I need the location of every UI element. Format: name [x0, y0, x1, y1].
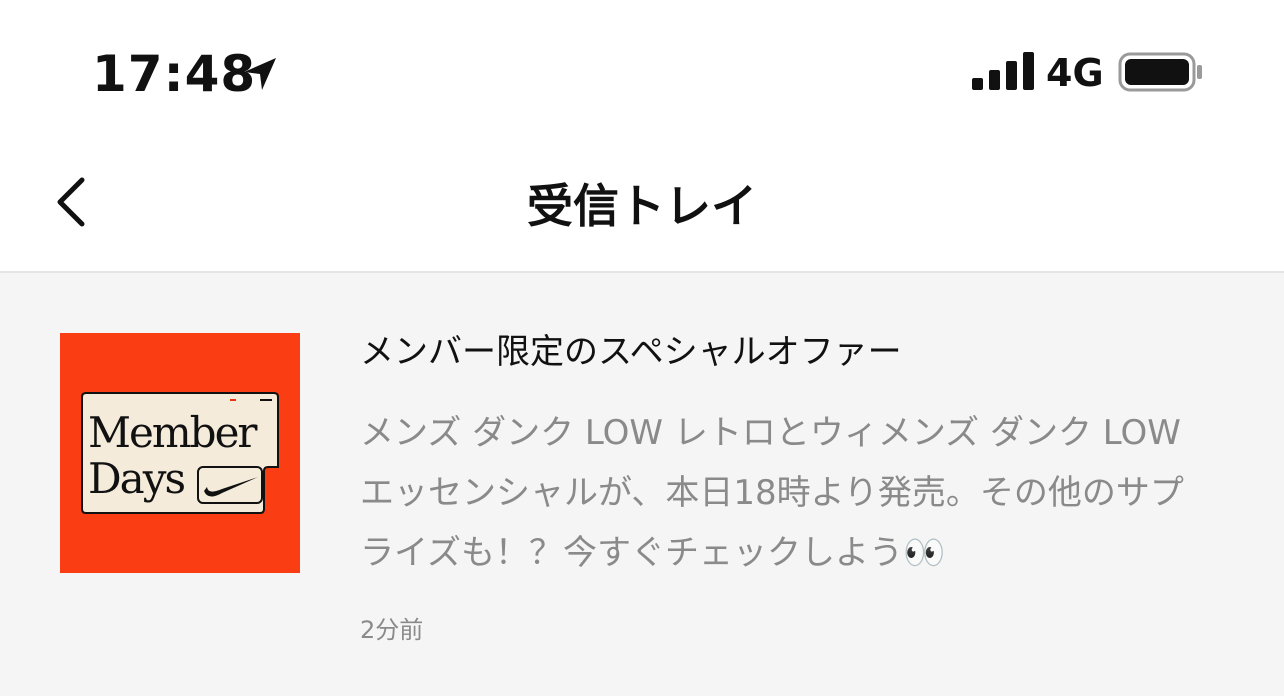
- message-timestamp: 2分前: [360, 616, 424, 644]
- location-arrow-icon: [244, 58, 276, 90]
- message-thumbnail: Member Days: [60, 333, 300, 573]
- message-preview: メンズ ダンク LOW レトロとウィメンズ ダンク LOW エッセンシャルが、本…: [360, 413, 1184, 573]
- status-bar: 17:48 4G: [0, 0, 1284, 140]
- message-title: メンバー限定のスペシャルオファー: [360, 332, 902, 372]
- card-text-member: Member: [88, 408, 258, 457]
- cellular-signal-icon: [972, 52, 1034, 90]
- battery-icon: [1118, 52, 1202, 92]
- member-days-card: Member Days: [81, 392, 279, 514]
- navigation-bar: 受信トレイ: [0, 140, 1284, 273]
- network-type: 4G: [1046, 51, 1104, 95]
- card-text-days: Days: [88, 454, 184, 503]
- message-item[interactable]: Member Days メンバー限定のスペシャルオファー メンズ ダンク LOW…: [0, 273, 1284, 696]
- page-title: 受信トレイ: [527, 179, 757, 233]
- inbox-list: Member Days メンバー限定のスペシャルオファー メンズ ダンク LOW…: [0, 273, 1284, 696]
- status-time: 17:48: [92, 45, 257, 103]
